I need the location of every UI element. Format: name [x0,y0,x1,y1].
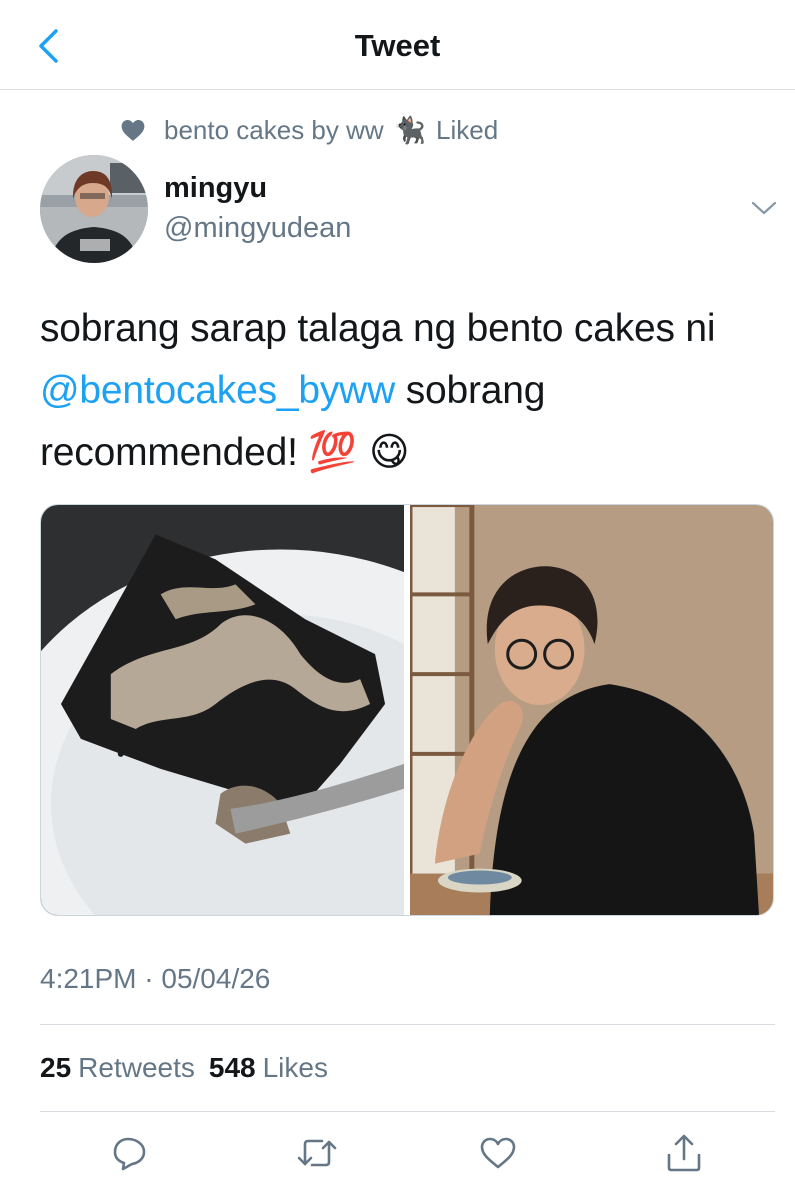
likes-stat[interactable]: 548 Likes [209,1052,328,1084]
heart-outline-icon [480,1137,516,1169]
media-grid [40,504,774,916]
page-title: Tweet [354,28,441,63]
heart-icon [121,120,145,141]
likes-count: 548 [208,1052,256,1083]
share-icon [667,1134,701,1172]
social-context[interactable]: bento cakes by ww 🐈‍⬛ Liked [120,112,498,148]
cat-emoji: 🐈‍⬛ [393,114,427,145]
tweet-text-part: sobrang sarap talaga ng bento cakes ni [40,307,716,350]
action-bar [0,1128,795,1178]
avatar[interactable] [40,155,148,263]
share-button[interactable] [658,1128,710,1178]
like-button[interactable] [472,1128,524,1178]
more-options-button[interactable] [744,194,784,222]
tweet-timestamp: 4:21PM · 05/04/26 [40,963,271,994]
cake-photo-image [41,505,404,915]
retweet-button[interactable] [291,1128,343,1178]
retweet-icon [297,1139,337,1167]
social-context-action: Liked [436,114,499,145]
social-context-name: bento cakes by ww [164,114,384,145]
tweet-stats: 25 Retweets 548 Likes [40,1052,328,1084]
tweet-emojis: 💯 😋 [308,430,410,475]
author-display-name[interactable]: mingyu [164,172,267,205]
retweets-stat[interactable]: 25 Retweets [40,1052,195,1084]
divider [40,1024,775,1025]
divider [40,1111,775,1112]
person-photo-image [410,505,773,915]
likes-label: Likes [262,1052,328,1083]
reply-button[interactable] [104,1128,156,1178]
mention-link[interactable]: @bentocakes_byww [40,369,395,412]
reply-icon [113,1137,146,1171]
media-photo-person[interactable] [410,505,773,915]
author-handle[interactable]: @mingyudean [164,212,351,245]
retweets-label: Retweets [78,1052,195,1083]
tweet-text: sobrang sarap talaga ng bento cakes ni @… [40,298,760,484]
media-photo-cake[interactable] [41,505,404,915]
chevron-down-icon [751,201,777,215]
retweets-count: 25 [40,1052,72,1083]
top-bar: Tweet [0,0,795,90]
avatar-image [40,155,148,263]
